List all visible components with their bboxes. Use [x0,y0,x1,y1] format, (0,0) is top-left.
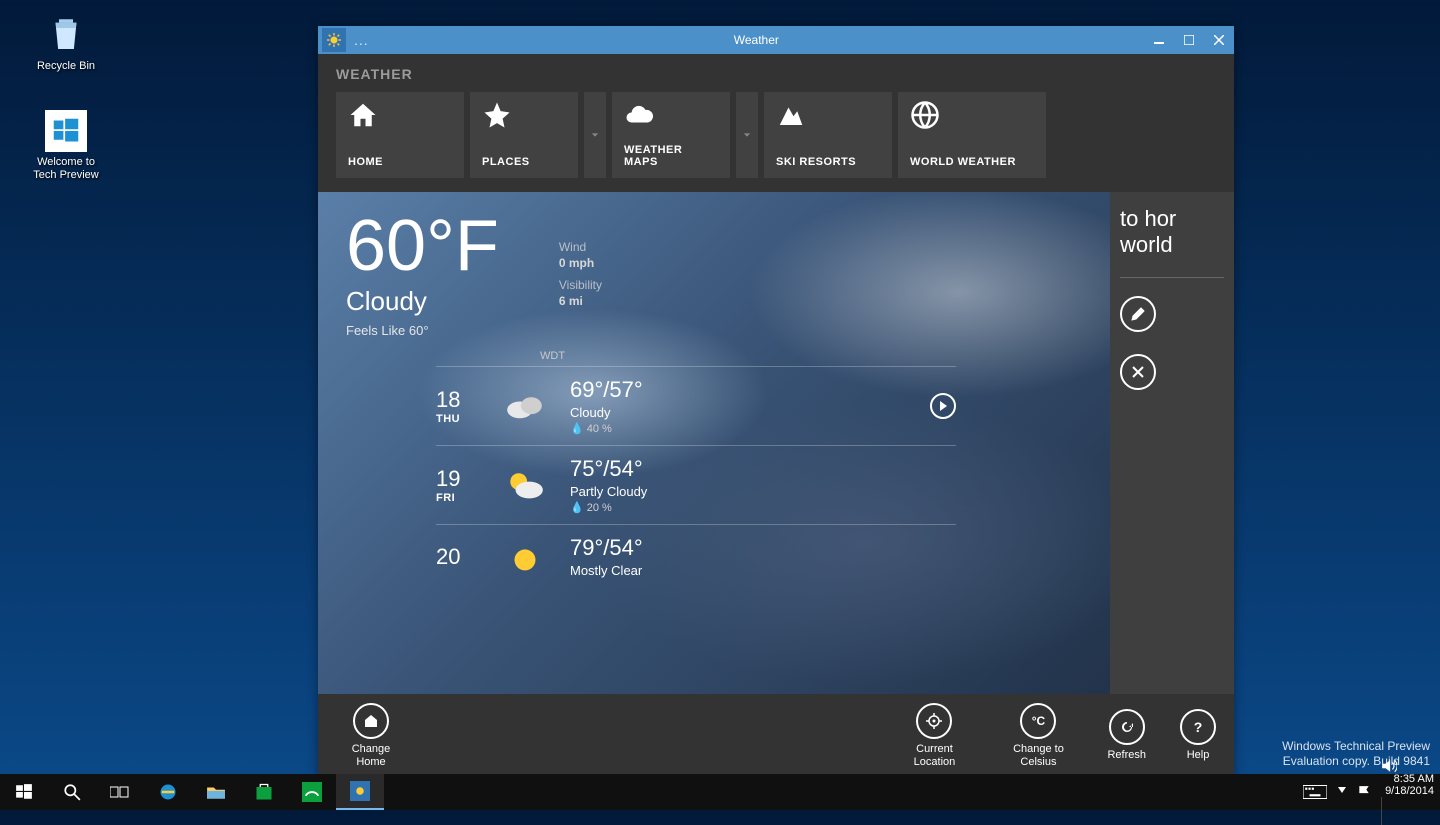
window-title: Weather [734,33,779,47]
maps-dropdown[interactable] [736,92,758,178]
dismiss-button[interactable] [1120,354,1156,390]
content-area: 60°F Cloudy Feels Like 60° Wind 0 mph Vi… [318,192,1234,694]
network-icon[interactable]: 8:35 AM 9/18/2014 [1381,759,1434,825]
feels-like: Feels Like 60° [346,323,499,338]
pencil-icon [1130,306,1146,322]
wind-label: Wind [559,240,602,254]
mountain-icon [776,100,806,130]
weather-icon [350,781,370,801]
xbox-icon [302,782,322,802]
visibility-value: 6 mi [559,294,602,308]
app-icon [322,28,346,52]
windows-icon [15,783,33,801]
chevron-down-icon [591,131,599,139]
taskbar-taskview[interactable] [96,774,144,810]
nav-bar: WEATHER HOME PLACES WEATHER MAPS SKI RES… [318,54,1234,192]
recycle-bin-icon [45,14,87,56]
titlebar-menu[interactable]: ... [354,32,369,48]
desktop-welcome-icon[interactable]: Welcome to Tech Preview [28,110,104,182]
desktop-recycle-bin[interactable]: Recycle Bin [28,14,104,73]
visibility-label: Visibility [559,278,602,292]
current-condition: Cloudy [346,286,499,317]
current-temp: 60°F [346,210,499,282]
refresh-icon [1119,719,1135,735]
system-tray: 8:35 AM 9/18/2014 [1303,759,1440,825]
forecast-row[interactable]: 19 FRI 75°/54° Partly Cloudy 💧 20 % [436,445,956,524]
places-dropdown[interactable] [584,92,606,178]
ie-icon [158,782,178,802]
search-icon [63,783,81,801]
tray-clock[interactable]: 8:35 AM 9/18/2014 [1385,773,1434,797]
refresh-button[interactable]: Refresh [1107,709,1146,762]
nav-header: WEATHER [336,66,1216,82]
desktop-icon-label: Recycle Bin [28,60,104,73]
flag-icon[interactable] [1357,785,1371,799]
sunny-icon [502,541,548,573]
task-view-icon [110,785,130,799]
store-icon [254,782,274,802]
raindrop-icon: 💧 [570,423,584,435]
provider-label: WDT [540,350,1080,362]
nav-tile-places[interactable]: PLACES [470,92,578,178]
change-unit-button[interactable]: °C Change to Celsius [1003,703,1073,769]
edit-button[interactable] [1120,296,1156,332]
tray-icon[interactable] [1337,785,1347,799]
desktop-icon-label: Welcome to Tech Preview [28,156,104,182]
raindrop-icon: 💧 [570,502,584,514]
windows-logo-icon [45,110,87,152]
globe-icon [910,100,940,130]
taskbar-search[interactable] [48,774,96,810]
taskbar: 8:35 AM 9/18/2014 [0,774,1440,810]
show-desktop[interactable] [1381,797,1387,825]
titlebar: ... Weather [318,26,1234,54]
taskbar-explorer[interactable] [192,774,240,810]
current-location-button[interactable]: Current Location [899,703,969,769]
question-icon: ? [1194,719,1203,735]
nav-tile-home[interactable]: HOME [336,92,464,178]
partly-cloudy-icon [502,469,548,501]
home-icon [348,100,378,130]
forecast-row[interactable]: 20 79°/54° Mostly Clear [436,524,956,588]
side-panel: to hor world [1110,192,1234,694]
volume-icon[interactable] [1381,759,1397,773]
star-icon [482,100,512,130]
taskbar-weather[interactable] [336,774,384,810]
wind-value: 0 mph [559,256,602,270]
taskbar-ie[interactable] [144,774,192,810]
nav-tile-maps[interactable]: WEATHER MAPS [612,92,730,178]
maximize-button[interactable] [1174,28,1204,52]
forecast-list: 18 THU 69°/57° Cloudy 💧 40 % 19 [436,366,1080,588]
close-button[interactable] [1204,28,1234,52]
start-button[interactable] [0,774,48,810]
forecast-row[interactable]: 18 THU 69°/57° Cloudy 💧 40 % [436,366,956,445]
cloudy-icon [502,391,548,420]
help-button[interactable]: ? Help [1180,709,1216,762]
home-icon [363,713,379,729]
keyboard-icon[interactable] [1303,785,1327,799]
taskbar-xbox[interactable] [288,774,336,810]
taskbar-store[interactable] [240,774,288,810]
nav-tile-world[interactable]: WORLD WEATHER [898,92,1046,178]
target-icon [926,713,942,729]
minimize-button[interactable] [1144,28,1174,52]
play-button[interactable] [930,393,956,419]
celsius-icon: °C [1032,714,1045,728]
chevron-down-icon [743,131,751,139]
change-home-button[interactable]: Change Home [336,703,406,769]
weather-window: ... Weather WEATHER HOME PLACES WEATHER … [318,26,1234,778]
folder-icon [206,784,226,800]
close-icon [1130,364,1146,380]
app-bar: Change Home Current Location °C Change t… [318,694,1234,778]
cloud-icon [624,100,654,130]
nav-tile-ski[interactable]: SKI RESORTS [764,92,892,178]
